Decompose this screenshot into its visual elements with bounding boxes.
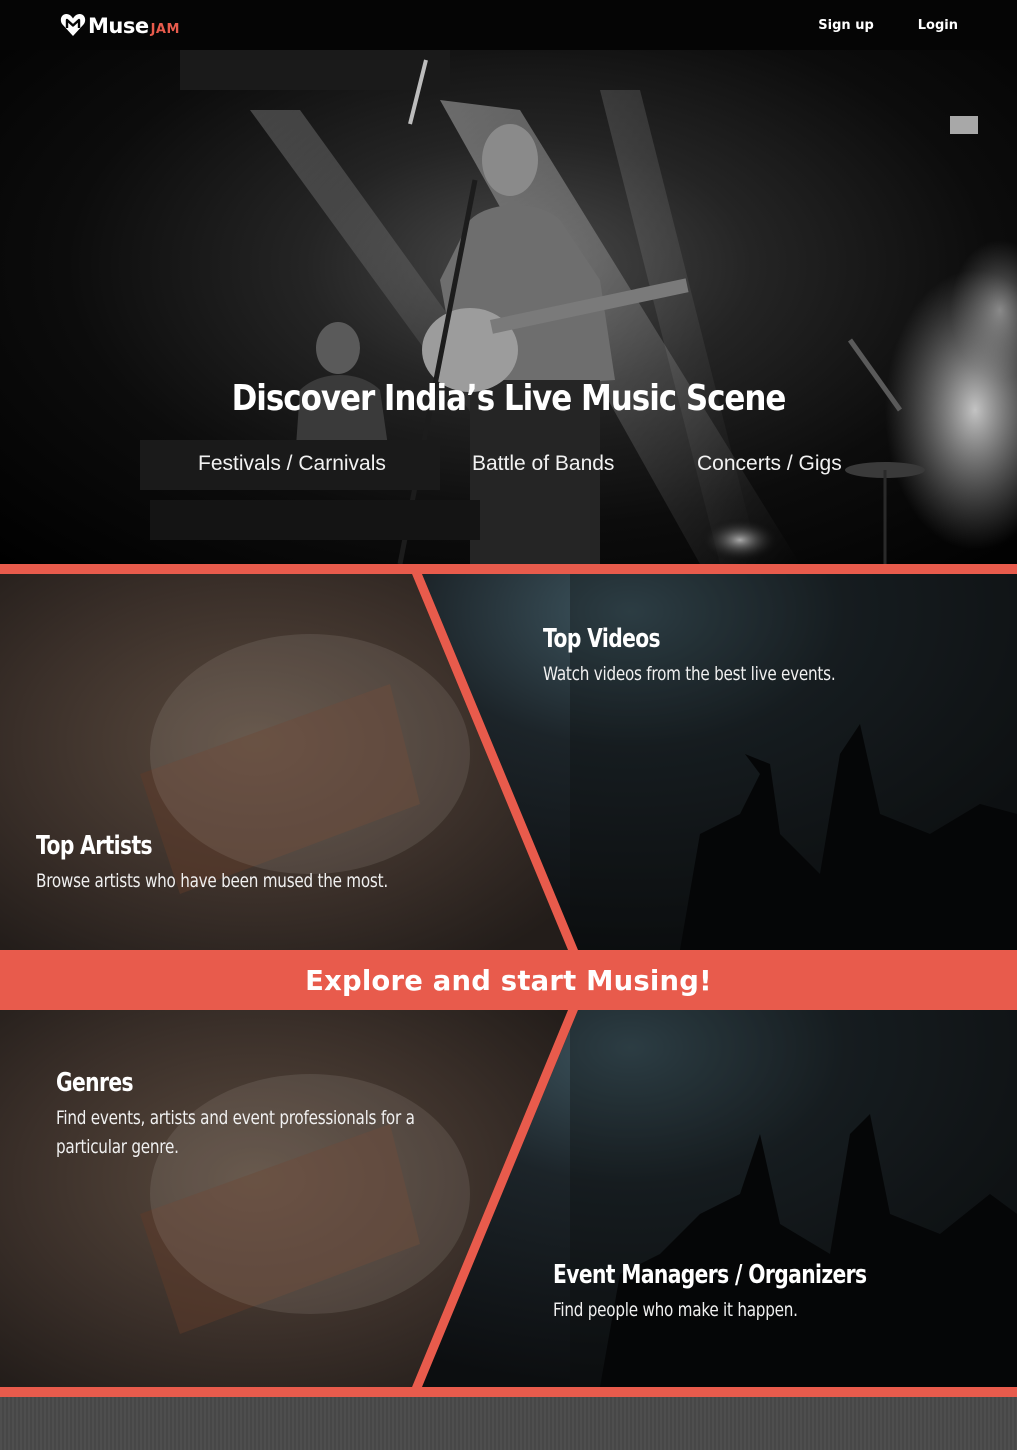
battle-of-bands-link[interactable]: Battle of Bands (472, 452, 614, 476)
festivals-carnivals-link[interactable]: Festivals / Carnivals (198, 452, 386, 476)
top-artists-title: Top Artists (36, 831, 153, 861)
nav-links: Sign up Login (818, 0, 958, 50)
musejam-logo[interactable]: Muse JAM (60, 10, 180, 40)
accent-divider-top (0, 564, 1017, 574)
top-videos-card[interactable]: Top Videos Watch videos from the best li… (543, 624, 923, 689)
top-artists-card[interactable]: Top Artists Browse artists who have been… (36, 831, 556, 896)
event-managers-title: Event Managers / Organizers (553, 1260, 867, 1290)
genres-title: Genres (56, 1068, 134, 1098)
top-artists-description: Browse artists who have been mused the m… (36, 870, 388, 892)
heart-m-logo-icon (60, 13, 86, 36)
event-managers-description: Find people who make it happen. (553, 1299, 798, 1321)
explore-panels: Explore and start Musing! Top Videos Wat… (0, 574, 1017, 1387)
genres-card[interactable]: Genres Find events, artists and event pr… (56, 1068, 536, 1162)
explore-banner-text: Explore and start Musing! (305, 963, 712, 997)
hero-section: Discover India’s Live Music Scene Festiv… (0, 50, 1017, 564)
hero-category-links: Festivals / Carnivals Battle of Bands Co… (0, 452, 1017, 482)
footer (0, 1397, 1017, 1450)
navbar: Muse JAM Sign up Login (0, 0, 1017, 50)
signup-link[interactable]: Sign up (818, 18, 873, 33)
top-videos-description: Watch videos from the best live events. (543, 663, 836, 685)
hero-title: Discover India’s Live Music Scene (231, 378, 787, 419)
genres-description: Find events, artists and event professio… (56, 1107, 415, 1158)
logo-jam-text: JAM (150, 21, 180, 37)
explore-banner[interactable]: Explore and start Musing! (0, 950, 1017, 1010)
concert-stage-photo (140, 50, 1017, 564)
event-managers-card[interactable]: Event Managers / Organizers Find people … (553, 1260, 955, 1325)
top-videos-title: Top Videos (543, 624, 661, 654)
login-link[interactable]: Login (918, 18, 958, 33)
accent-divider-bottom (0, 1387, 1017, 1397)
logo-muse-text: Muse (88, 14, 149, 38)
concerts-gigs-link[interactable]: Concerts / Gigs (697, 452, 842, 476)
